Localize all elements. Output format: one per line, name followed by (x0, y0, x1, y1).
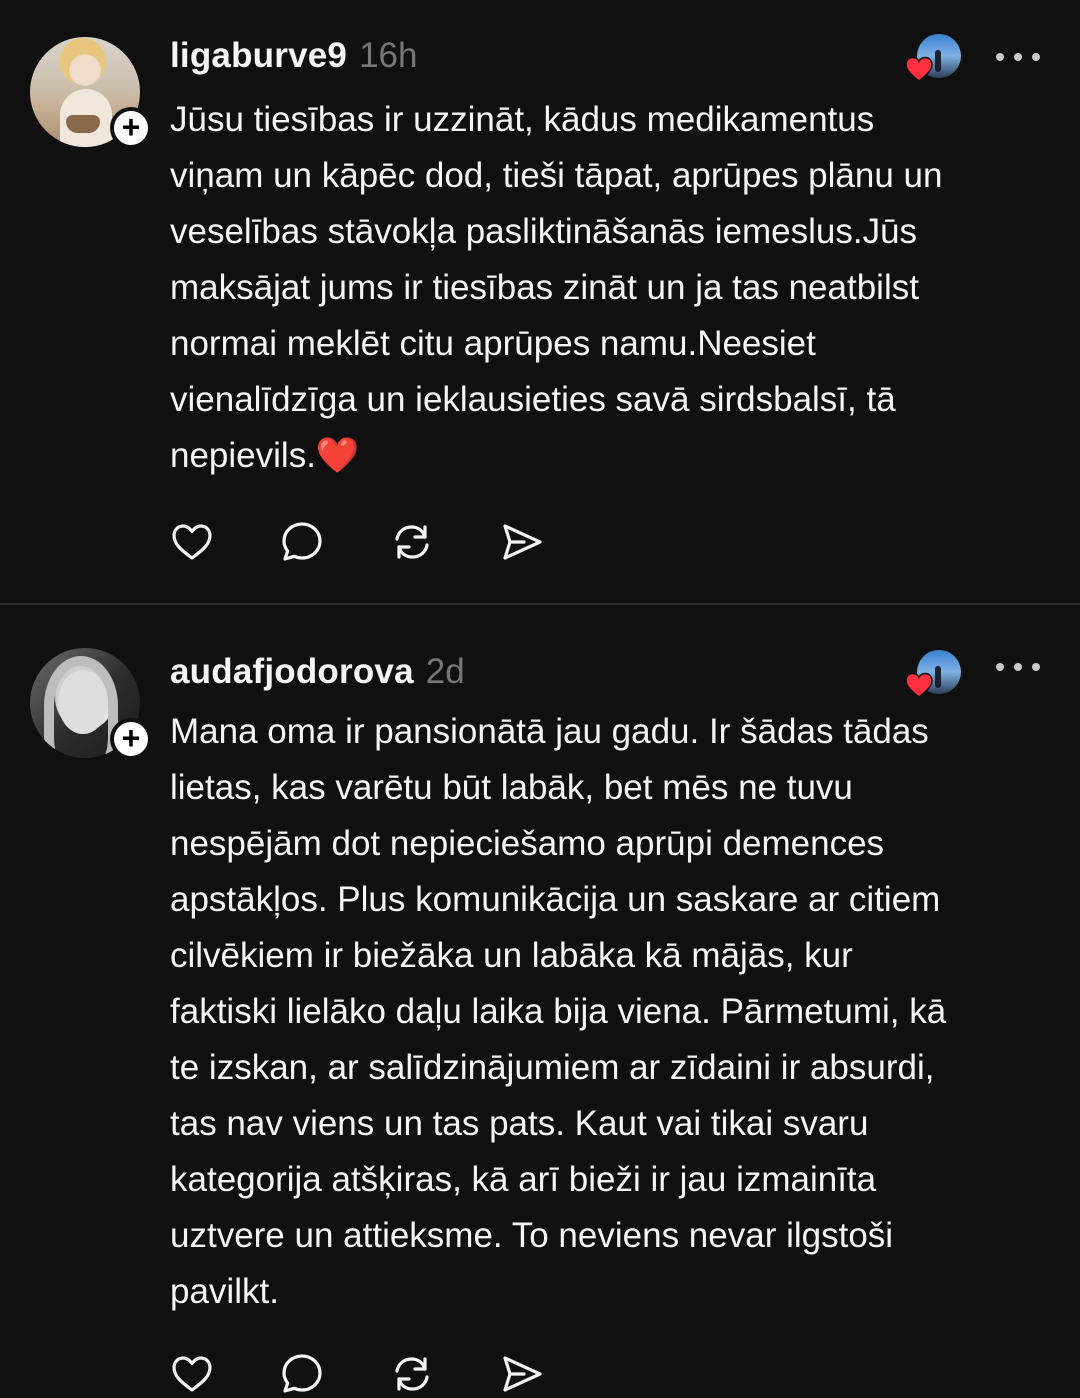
timestamp[interactable]: 16h (359, 36, 417, 76)
timestamp[interactable]: 2d (426, 652, 465, 692)
thread-reply-1: + ligaburve9 16h Jūsu tiesības ir uzzinā… (0, 0, 1080, 604)
more-options-icon[interactable] (996, 50, 1040, 64)
more-options-icon[interactable] (996, 660, 1040, 674)
action-bar (168, 1350, 546, 1398)
author-avatar-container[interactable]: + (30, 37, 152, 149)
heart-badge-icon (905, 56, 933, 82)
post-text: Jūsu tiesības ir uzzināt, kādus medikame… (170, 100, 943, 475)
liked-by-author-indicator (905, 650, 963, 698)
thread-reply-2: + audafjodorova 2d Mana oma ir pansionāt… (0, 606, 1080, 1393)
post-header: audafjodorova 2d (170, 652, 465, 692)
comment-icon[interactable] (278, 518, 326, 566)
comment-icon[interactable] (278, 1350, 326, 1398)
plus-icon: + (121, 719, 141, 756)
heart-badge-icon (905, 672, 933, 698)
heart-icon[interactable] (168, 518, 216, 566)
avatar-detail (66, 115, 100, 133)
send-icon[interactable] (498, 1350, 546, 1398)
repost-icon[interactable] (388, 518, 436, 566)
plus-icon: + (121, 108, 141, 145)
post-text: Mana oma ir pansionātā jau gadu. Ir šāda… (170, 712, 947, 1311)
dot (1032, 663, 1040, 671)
liked-by-author-indicator (905, 34, 963, 82)
post-header: ligaburve9 16h (170, 36, 417, 76)
action-bar (168, 518, 546, 566)
repost-icon[interactable] (388, 1350, 436, 1398)
author-avatar-container[interactable]: + (30, 648, 152, 760)
thread-divider (0, 603, 1080, 605)
avatar-face (58, 670, 108, 734)
follow-button[interactable]: + (110, 107, 152, 149)
dot (996, 53, 1004, 61)
send-icon[interactable] (498, 518, 546, 566)
heart-icon[interactable] (168, 1350, 216, 1398)
dot (996, 663, 1004, 671)
username[interactable]: ligaburve9 (170, 36, 347, 76)
dot (1014, 663, 1022, 671)
dot (1014, 53, 1022, 61)
follow-button[interactable]: + (110, 718, 152, 760)
username[interactable]: audafjodorova (170, 652, 414, 692)
dot (1032, 53, 1040, 61)
